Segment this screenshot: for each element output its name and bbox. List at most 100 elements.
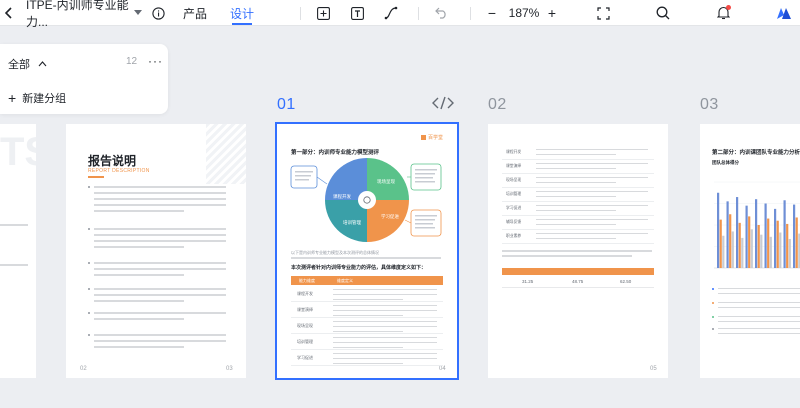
slide-partial-left[interactable]: TS	[0, 124, 36, 378]
note-bullet	[712, 328, 714, 330]
chart-bar	[774, 208, 777, 268]
zoom-in-button[interactable]: +	[544, 0, 560, 26]
top-toolbar: ITPE-内训师专业能力... 产品 设计 − 187% +	[0, 0, 800, 29]
document-title[interactable]: ITPE-内训师专业能力...	[26, 0, 136, 29]
text-line	[94, 294, 226, 296]
bullet-dot	[88, 334, 90, 336]
text-line	[718, 288, 800, 290]
table-row: 课堂演绎	[291, 302, 443, 318]
zoom-level[interactable]: 187%	[506, 0, 542, 26]
text-line	[94, 240, 226, 242]
text-line	[536, 238, 616, 240]
text-line	[94, 318, 184, 320]
slide01-intro: 以下是内训师专业能力模型及本次测评的总体情况	[291, 250, 379, 255]
collapse-chevron-icon[interactable]	[38, 58, 47, 70]
group-label: 全部	[8, 59, 30, 71]
row-label: 培训管理	[506, 192, 522, 196]
table-row: 课堂演绎	[502, 160, 654, 174]
text-line	[94, 288, 226, 290]
chart-bar	[745, 205, 748, 268]
bullet-dot	[88, 228, 90, 230]
chart-bar	[769, 236, 772, 268]
quadrant-label-bl: 培训管理	[343, 220, 361, 225]
text-line	[94, 346, 184, 348]
team-score-chart	[714, 181, 800, 269]
text-line	[333, 363, 403, 365]
quadrant-label-tr: 现场呈现	[377, 179, 395, 184]
fit-screen-icon[interactable]	[594, 0, 612, 26]
text-line	[333, 305, 437, 307]
group-all-row[interactable]: 全部	[8, 56, 47, 72]
row-label: 职业素养	[506, 234, 522, 238]
app-logo-icon[interactable]	[774, 0, 794, 26]
text-line	[333, 331, 403, 333]
text-line	[333, 315, 403, 317]
text-line	[94, 312, 226, 314]
text-line	[94, 228, 226, 230]
quadrant-label-tl: 课程开发	[333, 194, 351, 199]
row-label: 课程开发	[506, 150, 522, 154]
text-line	[94, 268, 226, 270]
text-line	[718, 307, 800, 309]
title-dropdown-icon[interactable]	[132, 0, 144, 26]
undo-icon[interactable]	[432, 0, 450, 26]
text-line	[94, 246, 184, 248]
text-line	[94, 340, 226, 342]
text-line	[718, 328, 800, 330]
text-line	[536, 233, 648, 235]
chart-bar	[783, 200, 786, 268]
text-line	[536, 224, 616, 226]
slide-report-description[interactable]: 报告说明 REPORT DESCRIPTION 02 03	[66, 124, 246, 378]
page-number-01: 01	[277, 96, 296, 113]
row-label: 学习促进	[297, 355, 313, 360]
table-row: 课程开发	[502, 146, 654, 160]
chart-bar	[760, 234, 763, 268]
text-line	[333, 321, 437, 323]
text-line	[718, 321, 800, 323]
zoom-out-button[interactable]: −	[484, 0, 500, 26]
search-icon[interactable]	[654, 0, 672, 26]
table-row: 职业素养	[502, 230, 654, 244]
text-line	[94, 274, 184, 276]
bullet-dot	[88, 262, 90, 264]
bullet-dot	[88, 186, 90, 188]
text-line	[536, 219, 648, 221]
chart-bar	[726, 201, 729, 268]
text-line	[94, 204, 226, 206]
page-number-03: 03	[700, 96, 719, 113]
slide03-title: 第二部分：内训课团队专业能力分析	[712, 150, 800, 156]
chart-bar	[750, 229, 753, 268]
info-icon[interactable]	[150, 0, 166, 26]
row-label: 辅导反馈	[506, 220, 522, 224]
text-line	[536, 168, 616, 170]
slide02-score-row: 31.25 48.75 62.50	[502, 276, 654, 288]
tab-product[interactable]: 产品	[180, 0, 210, 26]
code-view-icon[interactable]	[432, 96, 454, 115]
quadrant-label-br: 学习促进	[381, 214, 399, 219]
more-options-icon[interactable]: ···	[148, 54, 163, 68]
chart-bar	[757, 225, 760, 268]
text-tool-icon[interactable]	[348, 0, 366, 26]
chart-bar	[729, 214, 732, 268]
table-row: 学习促进	[502, 202, 654, 216]
text-line	[333, 294, 437, 296]
new-group-button[interactable]: + 新建分组	[8, 90, 66, 106]
connector-tool-icon[interactable]	[382, 0, 400, 26]
row-label: 现场呈现	[297, 323, 313, 328]
back-icon[interactable]	[0, 0, 18, 26]
slide02-page-number: 05	[650, 366, 657, 372]
note-bullet	[712, 302, 714, 304]
table-row: 现场呈现	[291, 318, 443, 334]
text-line	[94, 334, 226, 336]
text-line	[94, 192, 226, 194]
table-row: 学习促进	[291, 350, 443, 366]
chart-bar	[741, 237, 744, 268]
add-frame-icon[interactable]	[314, 0, 332, 26]
row-label: 课堂演绎	[506, 164, 522, 168]
slide-03[interactable]: 第二部分：内训课团队专业能力分析 团队总体得分	[700, 124, 800, 378]
text-line	[94, 186, 226, 188]
slide-02[interactable]: 31.25 48.75 62.50 05 课程开发 课堂演绎 现场呈现 培训管理 学习促…	[488, 124, 668, 378]
slide-01[interactable]: 第一部分：内训师专业能力模型测评 百学堂 课程开发 现场呈现 培训管理 学习促进…	[275, 122, 459, 380]
table-row: 课程开发	[291, 286, 443, 302]
text-line	[333, 310, 437, 312]
